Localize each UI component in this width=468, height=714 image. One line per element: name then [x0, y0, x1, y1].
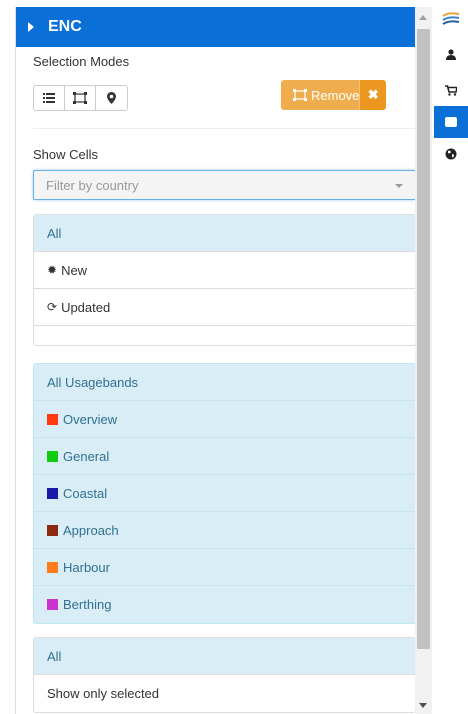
select-area-icon — [73, 92, 87, 104]
selection-mode-group — [33, 85, 128, 111]
side-rail — [434, 12, 468, 170]
select-area-icon — [293, 89, 307, 101]
rail-logo[interactable] — [434, 8, 468, 30]
list-item-label: Updated — [61, 299, 111, 315]
list-item-label: Berthing — [63, 597, 112, 612]
cog-icon: ✹ — [47, 263, 58, 277]
filter-placeholder: Filter by country — [46, 177, 139, 193]
remove-label: Remove — [311, 87, 360, 103]
list-mode-button[interactable] — [34, 86, 65, 110]
remove-button-group: Remove ✖ — [281, 80, 386, 110]
usageband-approach[interactable]: Approach — [34, 512, 415, 549]
list-item-new[interactable]: ✹ New — [34, 252, 415, 289]
usagebands-list: All Usagebands Overview General Coastal … — [33, 363, 415, 624]
list-icon — [43, 93, 55, 103]
rail-user[interactable] — [434, 38, 468, 70]
globe-icon — [445, 148, 457, 160]
list-item-label: Harbour — [63, 559, 110, 575]
close-remove-button[interactable]: ✖ — [359, 80, 386, 110]
user-icon — [446, 48, 456, 60]
refresh-icon: ⟳ — [47, 300, 58, 314]
usageband-general[interactable]: General — [34, 438, 415, 475]
enc-panel: ENC Selection Modes Remove ✖ Show Cells … — [15, 7, 415, 714]
list-item-all[interactable]: All — [34, 638, 415, 675]
list-item-label: General — [63, 448, 110, 464]
usageband-coastal[interactable]: Coastal — [34, 475, 415, 512]
rail-globe[interactable] — [434, 138, 468, 170]
list-item-label: Coastal — [63, 485, 108, 501]
list-item-updated[interactable]: ⟳ Updated — [34, 289, 415, 326]
scroll-up-icon[interactable] — [419, 15, 427, 20]
color-swatch-icon — [47, 487, 58, 499]
panel-title: ENC — [48, 18, 82, 35]
list-item-label: Approach — [63, 522, 119, 538]
selection-modes-label: Selection Modes — [33, 54, 130, 69]
status-list: All ✹ New ⟳ Updated — [33, 214, 415, 346]
waves-logo-icon — [442, 12, 460, 25]
list-item-label: Show only selected — [47, 686, 160, 701]
list-item-label: New — [61, 262, 88, 278]
list-item-show-only-selected[interactable]: Show only selected — [34, 675, 415, 712]
caret-right-icon — [28, 22, 34, 32]
usageband-overview[interactable]: Overview — [34, 401, 415, 438]
scrollbar-thumb[interactable] — [417, 29, 430, 649]
scrollbar[interactable] — [415, 7, 432, 714]
color-swatch-icon — [47, 450, 58, 462]
square-icon — [445, 117, 457, 127]
color-swatch-icon — [47, 599, 58, 610]
list-item-all[interactable]: All — [34, 215, 415, 252]
show-cells-label: Show Cells — [33, 147, 99, 162]
chevron-down-icon — [395, 184, 403, 188]
color-swatch-icon — [47, 413, 58, 425]
list-item-label: All Usagebands — [47, 374, 139, 390]
scroll-down-icon[interactable] — [419, 703, 427, 708]
divider — [33, 128, 415, 129]
color-swatch-icon — [47, 524, 58, 536]
map-marker-icon — [107, 92, 116, 104]
panel-header[interactable]: ENC — [16, 7, 415, 47]
country-filter-select[interactable]: Filter by country — [33, 170, 415, 200]
list-item-label: All — [47, 648, 62, 664]
rail-enc[interactable] — [434, 106, 468, 138]
usageband-berthing[interactable]: Berthing — [34, 586, 415, 623]
area-select-button[interactable] — [65, 86, 96, 110]
rail-cart[interactable] — [434, 74, 468, 106]
selection-filter-list: All Show only selected — [33, 637, 415, 713]
list-item-all-usagebands[interactable]: All Usagebands — [34, 364, 415, 401]
list-item-label: Overview — [63, 411, 118, 427]
usageband-harbour[interactable]: Harbour — [34, 549, 415, 586]
point-select-button[interactable] — [96, 86, 127, 110]
cart-icon — [445, 84, 457, 96]
color-swatch-icon — [47, 561, 58, 573]
remove-button[interactable]: Remove — [281, 80, 360, 110]
list-item-label: All — [47, 225, 62, 241]
list-item-empty — [34, 326, 415, 345]
